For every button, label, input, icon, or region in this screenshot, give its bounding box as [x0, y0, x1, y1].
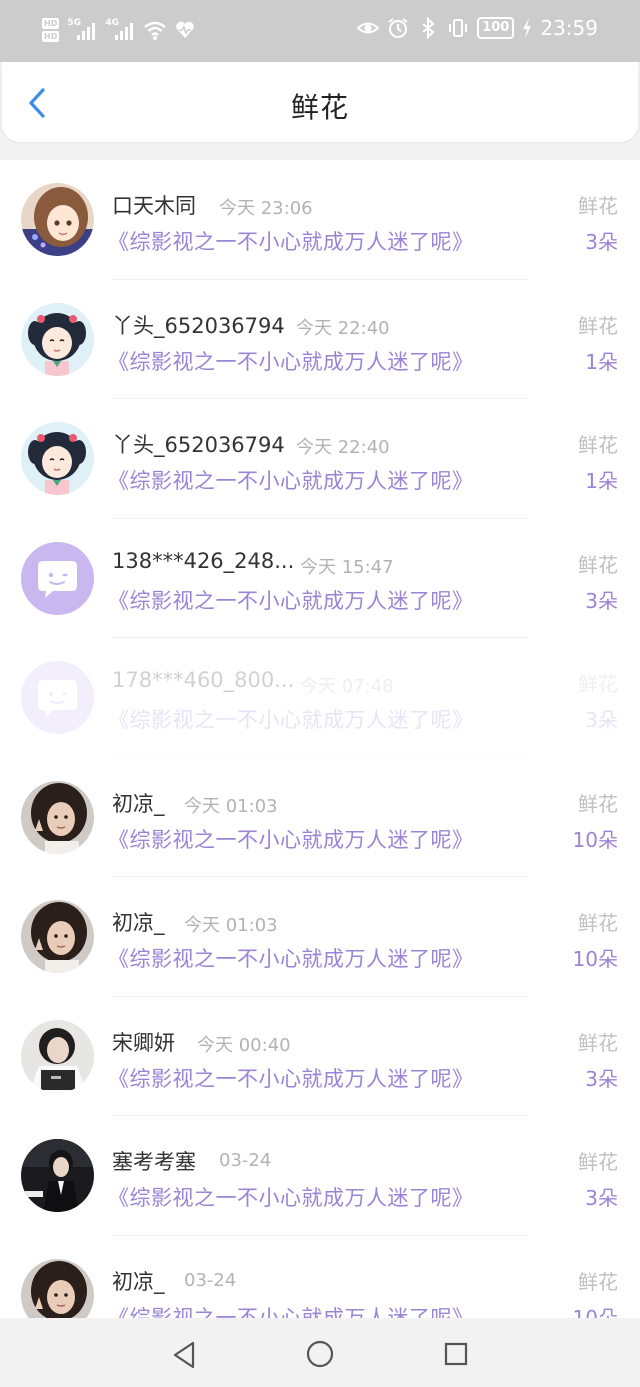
app-header: 鲜花	[2, 62, 638, 142]
gift-count: 3朵	[585, 708, 618, 732]
timestamp: 03-24	[219, 1150, 272, 1171]
list-item[interactable]: 初凉_ 今天 01:03 《综影视之一不小心就成万人迷了呢》 鲜花 10朵	[0, 877, 640, 997]
book-title[interactable]: 《综影视之一不小心就成万人迷了呢》	[108, 1302, 474, 1319]
alarm-icon	[388, 18, 408, 38]
username[interactable]: 初凉_	[112, 1266, 165, 1296]
default-chat-avatar-icon	[38, 560, 77, 598]
avatar[interactable]	[21, 1019, 94, 1093]
avatar[interactable]	[21, 302, 94, 376]
hd-badge: HD	[42, 18, 60, 29]
status-bar: HD HD 5G 4G 100 23:59	[0, 0, 640, 62]
gift-type: 鲜花	[578, 1030, 618, 1055]
gift-type: 鲜花	[578, 672, 618, 696]
gift-count: 10朵	[572, 827, 618, 852]
nav-recent-apps-icon[interactable]	[444, 1342, 468, 1366]
book-title[interactable]: 《综影视之一不小心就成万人迷了呢》	[108, 585, 474, 615]
gift-count: 3朵	[585, 588, 618, 613]
book-title[interactable]: 《综影视之一不小心就成万人迷了呢》	[108, 1063, 474, 1093]
avatar[interactable]	[21, 422, 94, 495]
username[interactable]: 138***426_248...	[112, 549, 294, 573]
list-item[interactable]: 宋卿妍 今天 00:40 《综影视之一不小心就成万人迷了呢》 鲜花 3朵	[0, 997, 640, 1116]
nav-home-icon[interactable]	[306, 1340, 334, 1368]
list-item[interactable]: 初凉_ 03-24 《综影视之一不小心就成万人迷了呢》 鲜花 10朵	[0, 1236, 640, 1319]
gift-count: 10朵	[572, 1305, 618, 1319]
username[interactable]: 丫头_652036794	[112, 310, 285, 340]
gift-count: 1朵	[585, 349, 618, 374]
signal-4g-icon: 4G	[105, 18, 135, 42]
bluetooth-icon	[422, 17, 435, 39]
status-left: HD HD 5G 4G	[42, 18, 195, 42]
eye-icon	[357, 22, 380, 34]
timestamp: 今天 01:03	[184, 795, 278, 817]
timestamp: 今天 22:40	[296, 317, 390, 339]
list-item[interactable]: 塞考考塞 03-24 《综影视之一不小心就成万人迷了呢》 鲜花 3朵	[0, 1116, 640, 1236]
hd-indicators: HD HD	[42, 18, 60, 42]
timestamp: 今天 00:40	[197, 1034, 291, 1056]
book-title[interactable]: 《综影视之一不小心就成万人迷了呢》	[108, 943, 474, 973]
gift-count: 3朵	[585, 230, 618, 254]
status-right: 100 23:59	[357, 16, 598, 40]
gift-type: 鲜花	[578, 194, 618, 218]
gift-count: 1朵	[585, 469, 618, 493]
gift-type: 鲜花	[578, 1269, 618, 1294]
avatar[interactable]	[21, 1258, 94, 1318]
gift-type: 鲜花	[578, 911, 618, 935]
gift-count: 3朵	[585, 1186, 618, 1210]
book-title[interactable]: 《综影视之一不小心就成万人迷了呢》	[108, 465, 474, 495]
book-title[interactable]: 《综影视之一不小心就成万人迷了呢》	[108, 704, 474, 734]
list-item[interactable]: 138***426_248... 今天 15:47 《综影视之一不小心就成万人迷…	[0, 519, 640, 638]
charging-bolt-icon	[523, 18, 532, 38]
gift-count: 3朵	[585, 1066, 618, 1091]
timestamp: 今天 07:48	[300, 676, 394, 697]
list-item[interactable]: 178***460_800... 今天 07:48 《综影视之一不小心就成万人迷…	[0, 638, 640, 758]
gift-type: 鲜花	[578, 791, 618, 816]
nav-back-icon[interactable]	[171, 1340, 197, 1370]
health-heart-icon	[176, 21, 195, 38]
username[interactable]: 初凉_	[112, 788, 165, 818]
username[interactable]: 丫头_652036794	[112, 429, 285, 459]
avatar[interactable]	[21, 1139, 94, 1212]
signal-5g-icon: 5G	[67, 18, 97, 42]
gift-type: 鲜花	[578, 313, 618, 338]
flower-record-list[interactable]: 口天木同 今天 23:06 《综影视之一不小心就成万人迷了呢》 鲜花 3朵 丫头…	[0, 160, 640, 1318]
list-item[interactable]: 丫头_652036794 今天 22:40 《综影视之一不小心就成万人迷了呢》 …	[0, 399, 640, 519]
username[interactable]: 塞考考塞	[112, 1146, 196, 1176]
timestamp: 今天 01:03	[184, 915, 278, 936]
timestamp: 03-24	[184, 1269, 237, 1291]
battery-icon: 100	[477, 17, 515, 39]
username[interactable]: 口天木同	[112, 190, 196, 220]
gift-type: 鲜花	[578, 433, 618, 457]
timestamp: 今天 22:40	[296, 437, 390, 458]
timestamp: 今天 23:06	[219, 198, 313, 219]
default-chat-avatar-icon	[38, 680, 77, 717]
list-item[interactable]: 丫头_652036794 今天 22:40 《综影视之一不小心就成万人迷了呢》 …	[0, 280, 640, 399]
avatar[interactable]	[21, 780, 94, 854]
system-nav-bar	[0, 1318, 640, 1387]
page-title: 鲜花	[290, 91, 349, 124]
avatar[interactable]	[21, 661, 94, 734]
hd-badge: HD	[42, 31, 60, 42]
gift-type: 鲜花	[578, 1150, 618, 1174]
book-title[interactable]: 《综影视之一不小心就成万人迷了呢》	[108, 346, 474, 376]
timestamp: 今天 15:47	[300, 556, 394, 578]
app-screen: HD HD 5G 4G 100 23:59 鲜花 口天木同 今天 23:06 《…	[0, 0, 640, 1387]
list-item[interactable]: 口天木同 今天 23:06 《综影视之一不小心就成万人迷了呢》 鲜花 3朵	[0, 160, 640, 280]
book-title[interactable]: 《综影视之一不小心就成万人迷了呢》	[108, 824, 474, 854]
gift-type: 鲜花	[578, 552, 618, 577]
avatar[interactable]	[21, 900, 94, 973]
username[interactable]: 178***460_800...	[112, 668, 294, 692]
username[interactable]: 宋卿妍	[112, 1027, 175, 1057]
book-title[interactable]: 《综影视之一不小心就成万人迷了呢》	[108, 1182, 474, 1212]
avatar[interactable]	[21, 183, 94, 256]
vibrate-icon	[449, 19, 468, 37]
list-item[interactable]: 初凉_ 今天 01:03 《综影视之一不小心就成万人迷了呢》 鲜花 10朵	[0, 758, 640, 877]
book-title[interactable]: 《综影视之一不小心就成万人迷了呢》	[108, 226, 474, 256]
username[interactable]: 初凉_	[112, 907, 165, 937]
avatar[interactable]	[21, 541, 94, 615]
clock: 23:59	[540, 16, 598, 40]
gift-count: 10朵	[572, 947, 618, 971]
wifi-icon	[144, 21, 167, 40]
